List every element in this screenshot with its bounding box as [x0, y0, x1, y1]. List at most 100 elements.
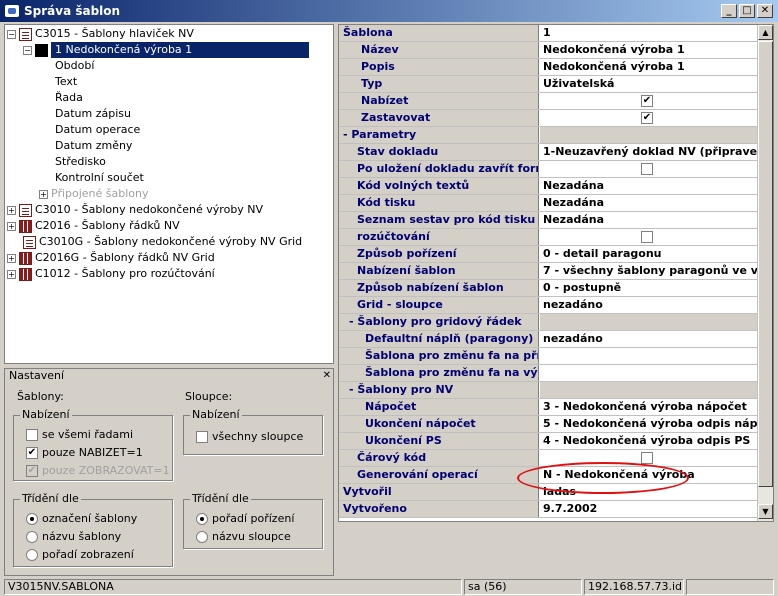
expand-icon[interactable]: + — [7, 205, 16, 215]
radio-poradi-porizeni[interactable]: pořadí pořízení — [196, 512, 294, 525]
property-value[interactable]: ✔ — [540, 110, 759, 126]
pouze-zobrazovat-checkbox[interactable]: ✔ pouze ZOBRAZOVAT=1 — [26, 464, 170, 477]
pouze-nabizet-checkbox[interactable]: ✔ pouze NABIZET=1 — [26, 446, 143, 459]
tree-node-c2016[interactable]: + C2016 - Šablony řádků NV — [7, 218, 180, 234]
radio-nazvu-sloupce[interactable]: názvu sloupce — [196, 530, 291, 543]
tree-leaf[interactable]: Text — [55, 74, 77, 90]
property-value[interactable]: Uživatelská — [540, 76, 759, 92]
property-key: rozúčtování — [339, 229, 539, 245]
property-row[interactable]: Stav dokladu 1-Neuzavřený doklad NV (přip… — [339, 144, 759, 161]
property-value[interactable]: ✔ — [540, 93, 759, 109]
expand-icon[interactable]: + — [7, 221, 16, 231]
property-value[interactable]: Nedokončená výroba 1 — [540, 59, 759, 75]
radio-oznaceni-sablony[interactable]: označení šablony — [26, 512, 137, 525]
property-row[interactable]: Kód volných textů Nezadána — [339, 178, 759, 195]
property-value[interactable]: 7 - všechny šablony paragonů ve výbě — [540, 263, 759, 279]
radio-nazvu-sablony[interactable]: názvu šablony — [26, 530, 121, 543]
property-row[interactable]: Šablona pro změnu fa na příjem — [339, 348, 759, 365]
tree-node-c3010g[interactable]: C3010G - Šablony nedokončené výroby NV G… — [23, 234, 302, 250]
maximize-button[interactable]: □ — [739, 4, 755, 18]
property-value[interactable]: Nezadána — [540, 212, 759, 228]
property-key: Po uložení dokladu zavřít form. — [339, 161, 539, 177]
property-row[interactable]: Nabízení šablon 7 - všechny šablony parag… — [339, 263, 759, 280]
expand-icon[interactable]: + — [7, 253, 16, 263]
tree-leaf[interactable]: Datum operace — [55, 122, 140, 138]
property-row[interactable]: Kód tisku Nezadána — [339, 195, 759, 212]
app-icon — [4, 4, 20, 18]
property-row[interactable]: Šablona pro změnu fa na výdej — [339, 365, 759, 382]
property-row[interactable]: Vytvořeno 9.7.2002 — [339, 501, 759, 518]
property-key: Šablona pro změnu fa na příjem — [339, 348, 539, 364]
property-row[interactable]: Název Nedokončená výroba 1 — [339, 42, 759, 59]
property-value[interactable]: Nezadána — [540, 178, 759, 194]
property-value[interactable]: 3 - Nedokončená výroba nápočet — [540, 399, 759, 415]
property-value[interactable]: 0 - detail paragonu — [540, 246, 759, 262]
property-row[interactable]: Popis Nedokončená výroba 1 — [339, 59, 759, 76]
property-value[interactable]: 0 - postupně — [540, 280, 759, 296]
property-value[interactable] — [540, 348, 759, 364]
vsechny-sloupce-checkbox[interactable]: všechny sloupce — [196, 430, 303, 443]
property-row[interactable]: Způsob pořízení 0 - detail paragonu — [339, 246, 759, 263]
property-row[interactable]: Ukončení PS 4 - Nedokončená výroba odpis … — [339, 433, 759, 450]
property-row[interactable]: - Šablony pro gridový řádek — [339, 314, 759, 331]
close-panel-icon[interactable]: ✕ — [323, 370, 331, 381]
property-row[interactable]: rozúčtování — [339, 229, 759, 246]
tree-node-sablona-1[interactable]: −1 Nedokončená výroba 1 — [23, 42, 313, 58]
property-row[interactable]: Defaultní náplň (paragony) nezadáno — [339, 331, 759, 348]
tree-leaf[interactable]: Řada — [55, 90, 83, 106]
property-value[interactable] — [540, 161, 759, 177]
collapse-icon[interactable]: − — [7, 29, 16, 39]
expand-icon[interactable]: + — [7, 269, 16, 279]
property-value[interactable]: Nedokončená výroba 1 — [540, 42, 759, 58]
scroll-thumb[interactable] — [758, 41, 773, 487]
property-row[interactable]: Typ Uživatelská — [339, 76, 759, 93]
property-checkbox[interactable] — [641, 452, 653, 464]
property-row[interactable]: Zastavovat ✔ — [339, 110, 759, 127]
tree-leaf[interactable]: Datum zápisu — [55, 106, 131, 122]
property-checkbox[interactable]: ✔ — [641, 95, 653, 107]
property-row[interactable]: Seznam sestav pro kód tisku Nezadána — [339, 212, 759, 229]
tree-node-pripojene[interactable]: + Připojené šablony — [39, 186, 149, 202]
property-value[interactable]: Nezadána — [540, 195, 759, 211]
collapse-icon[interactable]: − — [23, 45, 32, 55]
property-checkbox[interactable] — [641, 163, 653, 175]
tree-leaf[interactable]: Středisko — [55, 154, 106, 170]
property-row[interactable]: Grid - sloupce nezadáno — [339, 297, 759, 314]
tree-leaf[interactable]: Kontrolní součet — [55, 170, 144, 186]
property-value[interactable] — [540, 229, 759, 245]
tree-leaf[interactable]: Období — [55, 58, 94, 74]
property-row[interactable]: - Šablony pro NV — [339, 382, 759, 399]
property-row[interactable]: Po uložení dokladu zavřít form. — [339, 161, 759, 178]
property-value[interactable] — [540, 365, 759, 381]
property-value[interactable]: 1-Neuzavřený doklad NV (připravený) — [540, 144, 759, 160]
property-row[interactable]: Nápočet 3 - Nedokončená výroba nápočet — [339, 399, 759, 416]
scroll-up-icon[interactable]: ▲ — [758, 25, 773, 40]
minimize-button[interactable]: _ — [721, 4, 737, 18]
radio-poradi-zobrazeni[interactable]: pořadí zobrazení — [26, 548, 134, 561]
expand-icon[interactable]: + — [39, 189, 48, 199]
property-checkbox[interactable] — [641, 231, 653, 243]
tree-node-c3010[interactable]: + C3010 - Šablony nedokončené výroby NV — [7, 202, 263, 218]
property-value[interactable]: nezadáno — [540, 297, 759, 313]
tree-node-c2016g[interactable]: + C2016G - Šablony řádků NV Grid — [7, 250, 215, 266]
tree-node-c1012[interactable]: + C1012 - Šablony pro rozúčtování — [7, 266, 215, 282]
property-row[interactable]: Nabízet ✔ — [339, 93, 759, 110]
property-value[interactable]: 9.7.2002 — [540, 501, 759, 517]
status-view-name: V3015NV.SABLONA — [4, 579, 462, 595]
property-row[interactable]: Šablona 1 — [339, 25, 759, 42]
property-scrollbar[interactable]: ▲ ▼ — [757, 25, 773, 521]
property-row[interactable]: Způsob nabízení šablon 0 - postupně — [339, 280, 759, 297]
property-row[interactable]: Ukončení nápočet 5 - Nedokončená výroba o… — [339, 416, 759, 433]
property-value[interactable]: 1 — [540, 25, 759, 41]
property-row[interactable]: - Parametry — [339, 127, 759, 144]
property-value[interactable]: nezadáno — [540, 331, 759, 347]
property-value[interactable]: 5 - Nedokončená výroba odpis nápoč — [540, 416, 759, 432]
property-value[interactable]: 4 - Nedokončená výroba odpis PS — [540, 433, 759, 449]
property-checkbox[interactable]: ✔ — [641, 112, 653, 124]
se-vsemi-radami-checkbox[interactable]: se všemi řadami — [26, 428, 133, 441]
scroll-down-icon[interactable]: ▼ — [758, 504, 773, 519]
close-button[interactable]: ✕ — [757, 4, 773, 18]
tree-node-c3015[interactable]: − C3015 - Šablony hlaviček NV — [7, 26, 194, 42]
property-key: Způsob nabízení šablon — [339, 280, 539, 296]
tree-leaf[interactable]: Datum změny — [55, 138, 132, 154]
